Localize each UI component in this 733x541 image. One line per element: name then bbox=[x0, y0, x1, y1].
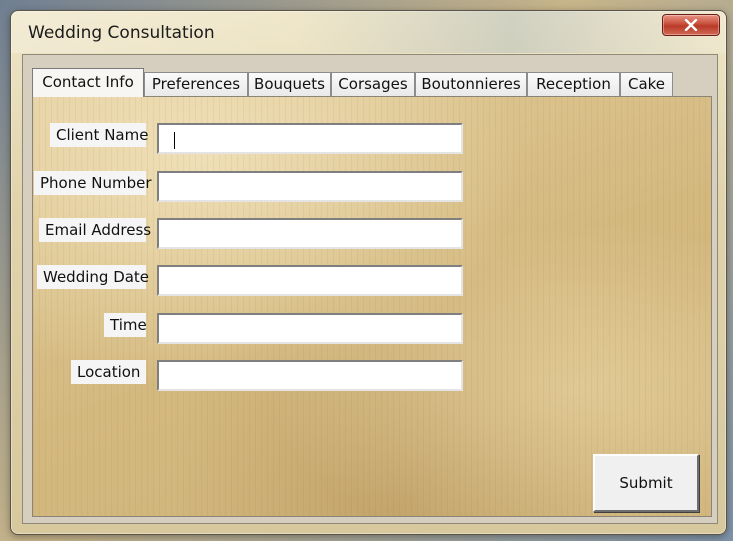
close-button[interactable] bbox=[662, 14, 720, 36]
email-address-label: Email Address bbox=[39, 218, 151, 242]
time-row: Time bbox=[33, 313, 493, 347]
submit-button[interactable]: Submit bbox=[593, 454, 699, 512]
tab-preferences[interactable]: Preferences bbox=[144, 72, 248, 96]
wedding-date-label: Wedding Date bbox=[37, 265, 149, 289]
wedding-date-input[interactable] bbox=[157, 265, 463, 296]
close-x-icon bbox=[684, 19, 698, 31]
location-input[interactable] bbox=[157, 360, 463, 391]
time-input[interactable] bbox=[157, 313, 463, 344]
email-address-input[interactable] bbox=[157, 218, 463, 249]
tab-bouquets[interactable]: Bouquets bbox=[248, 72, 331, 96]
phone-number-row: Phone Number bbox=[33, 171, 493, 205]
tab-reception[interactable]: Reception bbox=[527, 72, 620, 96]
client-name-row: Client Name bbox=[33, 123, 493, 157]
location-label: Location bbox=[71, 360, 146, 384]
tab-corsages[interactable]: Corsages bbox=[331, 72, 415, 96]
form-client-area: Contact Info Preferences Bouquets Corsag… bbox=[22, 54, 718, 524]
location-row: Location bbox=[33, 360, 493, 394]
phone-number-input[interactable] bbox=[157, 171, 463, 202]
window-title: Wedding Consultation bbox=[28, 23, 215, 43]
client-name-input[interactable] bbox=[157, 123, 463, 154]
tab-cake[interactable]: Cake bbox=[620, 72, 673, 96]
time-label: Time bbox=[104, 313, 147, 337]
title-bar[interactable]: Wedding Consultation bbox=[11, 11, 726, 53]
wedding-consultation-window: Wedding Consultation Contact Info Prefer… bbox=[10, 10, 727, 535]
tab-boutonnieres[interactable]: Boutonnieres bbox=[415, 72, 527, 96]
wedding-date-row: Wedding Date bbox=[33, 265, 493, 299]
phone-number-label: Phone Number bbox=[34, 171, 152, 195]
tab-contact-info[interactable]: Contact Info bbox=[32, 68, 144, 97]
client-name-label: Client Name bbox=[50, 123, 148, 147]
email-address-row: Email Address bbox=[33, 218, 493, 252]
text-caret bbox=[174, 132, 175, 149]
contact-info-panel: Client Name Phone Number Email Address W… bbox=[32, 96, 712, 517]
